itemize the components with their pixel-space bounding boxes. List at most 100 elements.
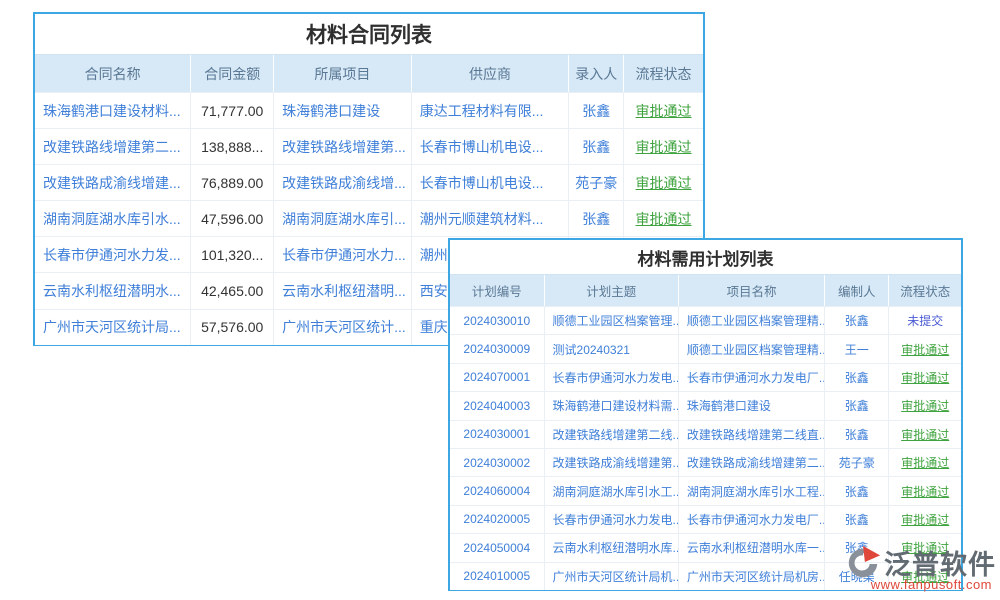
- table-row: 2024030009测试20240321顺德工业园区档案管理精...王一审批通过: [450, 334, 961, 362]
- contract-amount-cell: 138,888...: [191, 129, 274, 164]
- contract-name-cell[interactable]: 长春市伊通河水力发...: [35, 237, 191, 272]
- plan-subject-cell[interactable]: 珠海鹤港口建设材料需...: [545, 392, 679, 419]
- plan-subject-cell[interactable]: 长春市伊通河水力发电...: [545, 506, 679, 533]
- plan-project-cell[interactable]: 改建铁路线增建第二线直...: [679, 421, 825, 448]
- contract-entry-cell[interactable]: 苑子豪: [569, 165, 624, 200]
- table-row: 2024040003珠海鹤港口建设材料需...珠海鹤港口建设张鑫审批通过: [450, 391, 961, 419]
- column-header: 供应商: [412, 55, 570, 92]
- plan-compiler-cell[interactable]: 苑子豪: [825, 449, 889, 476]
- plan-project-cell[interactable]: 顺德工业园区档案管理精...: [679, 335, 825, 362]
- plan-status-cell[interactable]: 审批通过: [889, 364, 961, 391]
- plan-no-cell[interactable]: 2024010005: [450, 563, 545, 590]
- contract-amount-cell: 47,596.00: [191, 201, 274, 236]
- plan-status-cell[interactable]: 审批通过: [889, 335, 961, 362]
- plan-no-cell[interactable]: 2024060004: [450, 477, 545, 504]
- contract-status-cell[interactable]: 审批通过: [624, 201, 703, 236]
- plan-compiler-cell[interactable]: 张鑫: [825, 364, 889, 391]
- plan-compiler-cell[interactable]: 张鑫: [825, 307, 889, 334]
- plan-subject-cell[interactable]: 长春市伊通河水力发电...: [545, 364, 679, 391]
- contract-name-cell[interactable]: 珠海鹤港口建设材料...: [35, 93, 191, 128]
- contract-name-cell[interactable]: 广州市天河区统计局...: [35, 310, 191, 345]
- contract-project-cell[interactable]: 广州市天河区统计...: [274, 310, 412, 345]
- contract-entry-cell[interactable]: 张鑫: [569, 201, 624, 236]
- contract-supplier-cell[interactable]: 长春市博山机电设...: [412, 129, 570, 164]
- column-header: 流程状态: [889, 275, 961, 306]
- plan-project-cell[interactable]: 长春市伊通河水力发电厂...: [679, 364, 825, 391]
- plan-subject-cell[interactable]: 广州市天河区统计局机...: [545, 563, 679, 590]
- plan-status-cell[interactable]: 审批通过: [889, 421, 961, 448]
- contract-project-cell[interactable]: 湖南洞庭湖水库引...: [274, 201, 412, 236]
- contract-entry-cell[interactable]: 张鑫: [569, 93, 624, 128]
- table-row: 改建铁路线增建第二...138,888...改建铁路线增建第...长春市博山机电…: [35, 128, 703, 164]
- plan-project-cell[interactable]: 改建铁路成渝线增建第二...: [679, 449, 825, 476]
- plan-project-cell[interactable]: 珠海鹤港口建设: [679, 392, 825, 419]
- contract-entry-cell[interactable]: 张鑫: [569, 129, 624, 164]
- contract-name-cell[interactable]: 改建铁路线增建第二...: [35, 129, 191, 164]
- table-row: 2024060004湖南洞庭湖水库引水工...湖南洞庭湖水库引水工程...张鑫审…: [450, 476, 961, 504]
- contract-project-cell[interactable]: 云南水利枢纽潜明...: [274, 273, 412, 308]
- plan-table-header: 计划编号计划主题项目名称编制人流程状态: [450, 274, 961, 306]
- plan-list-title: 材料需用计划列表: [450, 240, 961, 274]
- plan-no-cell[interactable]: 2024070001: [450, 364, 545, 391]
- plan-status-cell[interactable]: 审批通过: [889, 506, 961, 533]
- plan-subject-cell[interactable]: 湖南洞庭湖水库引水工...: [545, 477, 679, 504]
- contract-status-cell[interactable]: 审批通过: [624, 129, 703, 164]
- plan-subject-cell[interactable]: 云南水利枢纽潜明水库...: [545, 534, 679, 561]
- plan-no-cell[interactable]: 2024030009: [450, 335, 545, 362]
- plan-no-cell[interactable]: 2024040003: [450, 392, 545, 419]
- contract-project-cell[interactable]: 改建铁路成渝线增...: [274, 165, 412, 200]
- plan-status-cell[interactable]: 未提交: [889, 307, 961, 334]
- plan-subject-cell[interactable]: 顺德工业园区档案管理...: [545, 307, 679, 334]
- plan-no-cell[interactable]: 2024030010: [450, 307, 545, 334]
- contract-supplier-cell[interactable]: 长春市博山机电设...: [412, 165, 570, 200]
- plan-subject-cell[interactable]: 改建铁路线增建第二线...: [545, 421, 679, 448]
- table-row: 2024020005长春市伊通河水力发电...长春市伊通河水力发电厂...张鑫审…: [450, 505, 961, 533]
- plan-no-cell[interactable]: 2024020005: [450, 506, 545, 533]
- contract-status-cell[interactable]: 审批通过: [624, 165, 703, 200]
- contract-list-title: 材料合同列表: [35, 14, 703, 54]
- plan-compiler-cell[interactable]: 张鑫: [825, 392, 889, 419]
- table-row: 2024030010顺德工业园区档案管理...顺德工业园区档案管理精...张鑫未…: [450, 306, 961, 334]
- plan-no-cell[interactable]: 2024030001: [450, 421, 545, 448]
- contract-project-cell[interactable]: 珠海鹤港口建设: [274, 93, 412, 128]
- table-row: 2024030001改建铁路线增建第二线...改建铁路线增建第二线直...张鑫审…: [450, 420, 961, 448]
- plan-status-cell[interactable]: 审批通过: [889, 449, 961, 476]
- contract-name-cell[interactable]: 云南水利枢纽潜明水...: [35, 273, 191, 308]
- plan-project-cell[interactable]: 长春市伊通河水力发电厂...: [679, 506, 825, 533]
- plan-subject-cell[interactable]: 测试20240321: [545, 335, 679, 362]
- brand-watermark: 泛普软件 www.fanpusoft.com: [844, 543, 996, 592]
- plan-compiler-cell[interactable]: 张鑫: [825, 477, 889, 504]
- contract-name-cell[interactable]: 改建铁路成渝线增建...: [35, 165, 191, 200]
- column-header: 流程状态: [624, 55, 703, 92]
- plan-no-cell[interactable]: 2024030002: [450, 449, 545, 476]
- contract-project-cell[interactable]: 改建铁路线增建第...: [274, 129, 412, 164]
- contract-amount-cell: 76,889.00: [191, 165, 274, 200]
- column-header: 编制人: [825, 275, 889, 306]
- plan-compiler-cell[interactable]: 张鑫: [825, 421, 889, 448]
- plan-compiler-cell[interactable]: 张鑫: [825, 506, 889, 533]
- column-header: 所属项目: [274, 55, 412, 92]
- plan-project-cell[interactable]: 湖南洞庭湖水库引水工程...: [679, 477, 825, 504]
- contract-amount-cell: 57,576.00: [191, 310, 274, 345]
- plan-no-cell[interactable]: 2024050004: [450, 534, 545, 561]
- column-header: 合同名称: [35, 55, 191, 92]
- contract-status-cell[interactable]: 审批通过: [624, 93, 703, 128]
- plan-compiler-cell[interactable]: 王一: [825, 335, 889, 362]
- table-row: 改建铁路成渝线增建...76,889.00改建铁路成渝线增...长春市博山机电设…: [35, 164, 703, 200]
- table-row: 2024030002改建铁路成渝线增建第...改建铁路成渝线增建第二...苑子豪…: [450, 448, 961, 476]
- plan-status-cell[interactable]: 审批通过: [889, 392, 961, 419]
- plan-subject-cell[interactable]: 改建铁路成渝线增建第...: [545, 449, 679, 476]
- fanpu-logo-icon: [844, 544, 882, 582]
- contract-amount-cell: 42,465.00: [191, 273, 274, 308]
- plan-project-cell[interactable]: 广州市天河区统计局机房...: [679, 563, 825, 590]
- brand-url: www.fanpusoft.com: [871, 577, 996, 592]
- contract-supplier-cell[interactable]: 潮州元顺建筑材料...: [412, 201, 570, 236]
- contract-table-header: 合同名称合同金额所属项目供应商录入人流程状态: [35, 54, 703, 92]
- plan-status-cell[interactable]: 审批通过: [889, 477, 961, 504]
- plan-project-cell[interactable]: 云南水利枢纽潜明水库一...: [679, 534, 825, 561]
- contract-name-cell[interactable]: 湖南洞庭湖水库引水...: [35, 201, 191, 236]
- contract-amount-cell: 71,777.00: [191, 93, 274, 128]
- contract-project-cell[interactable]: 长春市伊通河水力...: [274, 237, 412, 272]
- plan-project-cell[interactable]: 顺德工业园区档案管理精...: [679, 307, 825, 334]
- contract-supplier-cell[interactable]: 康达工程材料有限...: [412, 93, 570, 128]
